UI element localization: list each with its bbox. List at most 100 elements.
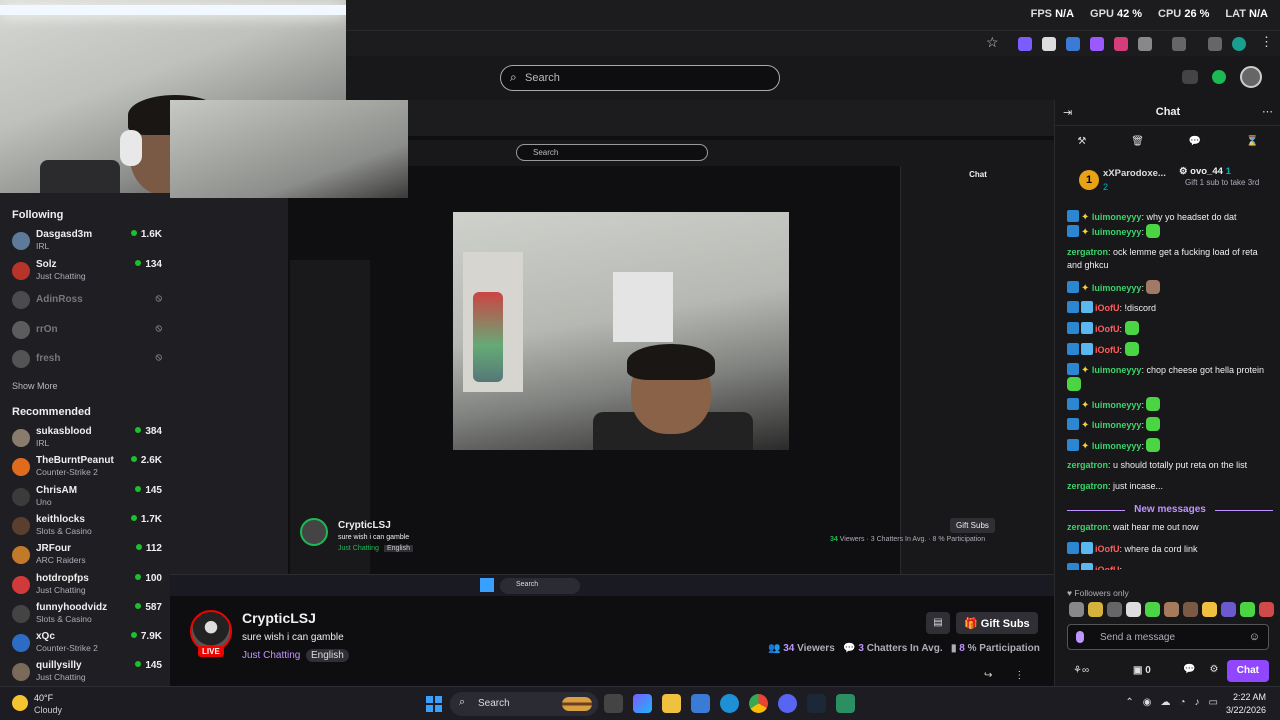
channel-item[interactable]: ChrisAM Uno 145 — [12, 485, 162, 511]
file-explorer-icon[interactable] — [662, 694, 681, 713]
share-icon[interactable]: ↪ — [984, 670, 992, 681]
emote[interactable] — [1146, 280, 1161, 294]
channel-points-icon[interactable]: ⚘∞ — [1073, 665, 1089, 676]
emote[interactable] — [1240, 602, 1255, 617]
chevron-up-icon[interactable]: ⌃ — [1125, 697, 1133, 708]
task-view-icon[interactable] — [604, 694, 623, 713]
app-icon[interactable] — [836, 694, 855, 713]
channel-item[interactable]: Dasgasd3m IRL 1.6K — [12, 229, 162, 255]
channel-item[interactable]: funnyhoodvidz Slots & Casino 587 — [12, 602, 162, 628]
trash-icon[interactable]: 🗑 — [1131, 136, 1144, 154]
hourglass-icon[interactable]: ⌛ — [1246, 136, 1258, 154]
discord-icon[interactable] — [778, 694, 797, 713]
emote[interactable] — [1124, 342, 1139, 356]
chat-username[interactable]: luimoneyyy — [1092, 365, 1142, 375]
extension-icon[interactable] — [1090, 37, 1104, 51]
prime-icon[interactable] — [1182, 70, 1198, 84]
settings-gear-icon[interactable]: ⚙ — [1209, 664, 1218, 675]
channel-item[interactable]: hotdropfps Just Chatting 100 — [12, 573, 162, 599]
extension-icon[interactable] — [1042, 37, 1056, 51]
battery-icon[interactable]: ▭ — [1209, 697, 1218, 708]
top-gifter-name[interactable]: xXParodoxe... — [1103, 168, 1166, 179]
chat-input[interactable]: Send a message ☺ — [1067, 624, 1269, 650]
chrome-icon[interactable] — [749, 694, 768, 713]
channel-item[interactable]: TheBurntPeanut Counter-Strike 2 2.6K — [12, 455, 162, 481]
emote[interactable] — [1069, 602, 1084, 617]
menu-dots-icon[interactable]: ⋮ — [1260, 34, 1273, 50]
channel-item[interactable]: quillysilly Just Chatting 145 — [12, 660, 162, 686]
streamer-name[interactable]: CrypticLSJ — [242, 610, 316, 626]
chat-username[interactable]: luimoneyyy — [1092, 420, 1142, 430]
show-more-link[interactable]: Show More — [12, 381, 58, 391]
channel-item[interactable]: sukasblood IRL 384 — [12, 426, 162, 452]
emote[interactable] — [1107, 602, 1122, 617]
bookmark-star-icon[interactable]: ☆ — [986, 34, 999, 51]
chat-username[interactable]: zergatron — [1067, 481, 1108, 491]
copilot-icon[interactable] — [633, 694, 652, 713]
emote[interactable] — [1164, 602, 1179, 617]
emote[interactable] — [1124, 321, 1139, 335]
wifi-icon[interactable]: ◔ — [1180, 697, 1186, 708]
emote[interactable] — [1259, 602, 1274, 617]
emote[interactable] — [1126, 602, 1141, 617]
channel-item[interactable]: fresh ⦸ — [12, 347, 162, 373]
chat-bubble-icon[interactable]: 💬 — [1189, 136, 1201, 154]
edge-icon[interactable] — [720, 694, 739, 713]
chat-username[interactable]: zergatron — [1067, 247, 1108, 257]
channel-item[interactable]: JRFour ARC Raiders 112 — [12, 543, 162, 569]
chat-username[interactable]: iOofU — [1095, 345, 1120, 355]
chat-username[interactable]: zergatron — [1067, 460, 1108, 470]
profile-icon[interactable] — [1232, 37, 1246, 51]
emote[interactable] — [1146, 397, 1161, 411]
windows-start-icon[interactable] — [426, 696, 442, 712]
emote[interactable] — [1221, 602, 1236, 617]
channel-item[interactable]: Solz Just Chatting 134 — [12, 259, 162, 285]
extension-k-icon[interactable] — [1212, 70, 1226, 84]
emote[interactable] — [1146, 438, 1161, 452]
new-messages-divider[interactable]: New messages — [1067, 504, 1273, 515]
language-tag[interactable]: English — [306, 649, 349, 662]
emote[interactable] — [1202, 602, 1217, 617]
hammer-icon[interactable]: ⚒ — [1077, 136, 1086, 154]
chat-username[interactable]: iOofU — [1095, 565, 1120, 570]
chat-username[interactable]: zergatron — [1067, 522, 1108, 532]
chat-settings-icon[interactable]: ⋯ — [1262, 105, 1273, 118]
emote[interactable] — [1088, 602, 1103, 617]
chat-username[interactable]: iOofU — [1095, 303, 1120, 313]
tray-app-icon[interactable]: ◉ — [1143, 697, 1152, 708]
extension-icon[interactable] — [1114, 37, 1128, 51]
chat-send-button[interactable]: Chat — [1226, 660, 1269, 682]
emote[interactable] — [1146, 417, 1161, 431]
chat-username[interactable]: luimoneyyy — [1092, 441, 1142, 451]
emote[interactable] — [1183, 602, 1198, 617]
chat-username[interactable]: luimoneyyy — [1092, 212, 1142, 222]
second-gifter[interactable]: ⚙ ovo_44 1 — [1179, 166, 1231, 177]
stream-category[interactable]: Just Chatting — [242, 650, 300, 661]
puzzle-icon[interactable] — [1138, 37, 1152, 51]
sidebar-icon[interactable] — [1172, 37, 1186, 51]
volume-icon[interactable]: ♪ — [1195, 697, 1200, 708]
taskbar-clock[interactable]: 2:22 AM 3/22/2026 — [1226, 691, 1266, 717]
cast-icon[interactable] — [1208, 37, 1222, 51]
channel-item[interactable]: rrOn ⦸ — [12, 318, 162, 344]
points-balance[interactable]: ▣ 0 — [1133, 665, 1151, 676]
emote[interactable] — [1067, 377, 1081, 391]
taskbar-search[interactable]: ⌕ Search — [450, 692, 598, 716]
channel-item[interactable]: xQc Counter-Strike 2 7.9K — [12, 631, 162, 657]
extension-icon[interactable] — [1066, 37, 1080, 51]
emote[interactable] — [1145, 602, 1160, 617]
extension-icon[interactable] — [1018, 37, 1032, 51]
channel-item[interactable]: AdinRoss ⦸ — [12, 288, 162, 314]
chat-username[interactable]: luimoneyyy — [1092, 227, 1142, 237]
chat-username[interactable]: iOofU — [1095, 544, 1120, 554]
emote-picker-icon[interactable]: ☺ — [1249, 631, 1260, 643]
search-input[interactable]: ⌕ Search — [500, 65, 780, 91]
notes-button[interactable]: ▤ — [926, 612, 950, 634]
tray-app-icon[interactable]: ☁ — [1161, 697, 1171, 708]
chat-bubble-icon[interactable]: 💬 — [1183, 664, 1195, 675]
more-icon[interactable]: ⋮ — [1014, 670, 1024, 681]
steam-icon[interactable] — [807, 694, 826, 713]
channel-item[interactable]: keithlocks Slots & Casino 1.7K — [12, 514, 162, 540]
user-avatar[interactable] — [1240, 66, 1262, 88]
video-player[interactable]: Search Chat CrypticLSJ sure wish i can g… — [170, 100, 1054, 596]
